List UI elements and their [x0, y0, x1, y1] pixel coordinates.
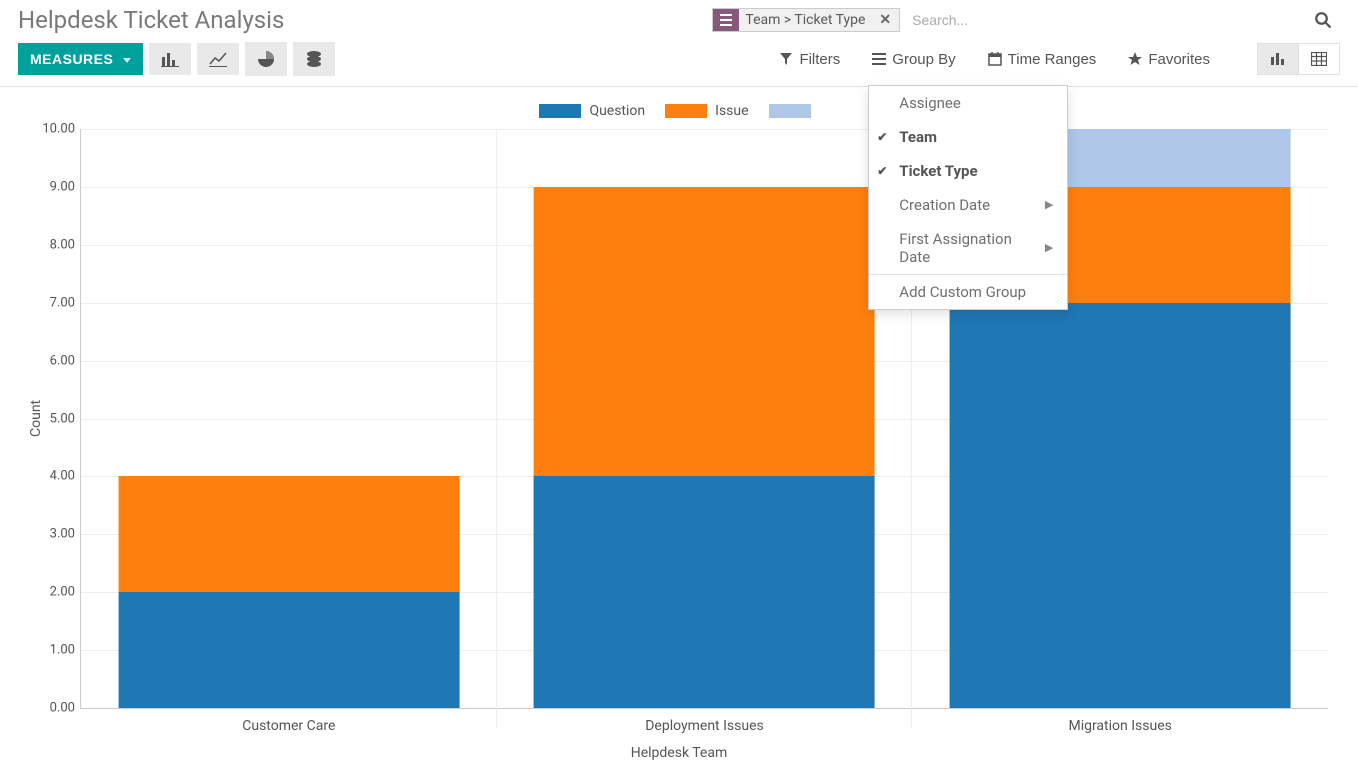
chart-plot: 0.001.002.003.004.005.006.007.008.009.00…: [80, 129, 1328, 709]
line-chart-button[interactable]: [197, 43, 239, 75]
chart-band: Customer Care: [81, 129, 497, 708]
pie-chart-button[interactable]: [245, 42, 287, 76]
legend-swatch: [539, 104, 581, 118]
timeranges-button[interactable]: Time Ranges: [984, 45, 1107, 74]
groupby-label: Group By: [892, 51, 955, 68]
facet-remove-button[interactable]: ✕: [871, 9, 899, 31]
timeranges-label: Time Ranges: [1008, 51, 1097, 68]
search-input[interactable]: [904, 8, 1302, 32]
groupby-button[interactable]: Group By: [868, 45, 965, 74]
stack-button[interactable]: [293, 42, 335, 76]
pivot-view-button[interactable]: [1298, 43, 1340, 75]
star-icon: [1128, 52, 1142, 66]
y-tick-label: 10.00: [27, 122, 75, 137]
legend-item[interactable]: Issue: [665, 103, 748, 119]
y-tick-label: 2.00: [27, 585, 75, 600]
calendar-icon: [988, 52, 1002, 66]
view-switcher: [1258, 43, 1340, 75]
header-row: Helpdesk Ticket Analysis Team > Ticket T…: [0, 0, 1358, 34]
dropdown-item-label: Assignee: [899, 94, 961, 112]
groupby-wrapper: Group By Assignee✔Team✔Ticket TypeCreati…: [868, 45, 965, 74]
dropdown-item[interactable]: ✔ Team: [869, 120, 1067, 154]
legend-swatch: [665, 104, 707, 118]
bar-segment[interactable]: [534, 187, 875, 476]
dropdown-item-label: First Assignation Date: [899, 230, 1045, 266]
dropdown-item[interactable]: ✔ Ticket Type: [869, 154, 1067, 188]
measures-button[interactable]: MEASURES: [18, 43, 143, 75]
y-tick-label: 3.00: [27, 527, 75, 542]
chart-band: Deployment Issues: [497, 129, 913, 708]
bar-segment[interactable]: [118, 592, 459, 708]
groupby-facet-icon: [713, 9, 739, 31]
chart-area: QuestionIssue Count 0.001.002.003.004.00…: [0, 87, 1358, 781]
dropdown-add-custom-group[interactable]: Add Custom Group: [869, 275, 1067, 309]
x-tick-label: Deployment Issues: [645, 708, 764, 734]
legend-item[interactable]: Question: [539, 103, 645, 119]
legend-item[interactable]: [769, 103, 819, 119]
toolbar: MEASURES Filters Group By Assignee✔Team✔…: [0, 34, 1358, 87]
graph-view-button[interactable]: [1257, 43, 1299, 75]
bar-segment[interactable]: [118, 476, 459, 592]
list-icon: [872, 52, 886, 66]
dropdown-item-label: Team: [899, 128, 937, 146]
page-title: Helpdesk Ticket Analysis: [18, 6, 284, 34]
bar-stack: [534, 187, 875, 708]
y-tick-label: 9.00: [27, 179, 75, 194]
dropdown-item[interactable]: Creation Date ▶: [869, 188, 1067, 222]
search-facet: Team > Ticket Type ✕: [712, 8, 900, 32]
bar-segment[interactable]: [534, 476, 875, 708]
filters-button[interactable]: Filters: [775, 45, 850, 74]
chevron-right-icon: ▶: [1045, 241, 1053, 254]
bar-stack: [118, 476, 459, 708]
x-axis-label: Helpdesk Team: [20, 745, 1338, 761]
legend-swatch: [769, 104, 811, 118]
legend-label: Issue: [715, 103, 748, 119]
dropdown-item[interactable]: Assignee: [869, 86, 1067, 120]
filter-icon: [779, 52, 793, 66]
check-icon: ✔: [877, 130, 887, 144]
bar-chart-button[interactable]: [149, 43, 191, 75]
favorites-label: Favorites: [1148, 51, 1210, 68]
dropdown-item-label: Ticket Type: [899, 162, 977, 180]
x-tick-label: Migration Issues: [1068, 708, 1171, 734]
search-icon[interactable]: [1306, 7, 1340, 33]
y-tick-label: 5.00: [27, 411, 75, 426]
y-tick-label: 7.00: [27, 295, 75, 310]
legend-label: Question: [589, 103, 645, 119]
bar-segment[interactable]: [950, 303, 1291, 708]
chart-legend: Question Issue: [20, 97, 1338, 123]
groupby-dropdown: Assignee✔Team✔Ticket TypeCreation Date▶F…: [868, 85, 1068, 310]
measures-label: MEASURES: [30, 51, 113, 67]
search-area: Team > Ticket Type ✕: [712, 7, 1340, 33]
y-tick-label: 0.00: [27, 701, 75, 716]
toolbar-right: Filters Group By Assignee✔Team✔Ticket Ty…: [775, 43, 1340, 75]
x-tick-label: Customer Care: [242, 708, 335, 734]
y-tick-label: 6.00: [27, 353, 75, 368]
dropdown-item[interactable]: First Assignation Date▶: [869, 222, 1067, 274]
dropdown-footer-label: Add Custom Group: [899, 283, 1026, 301]
dropdown-item-label: Creation Date: [899, 196, 990, 214]
y-tick-label: 8.00: [27, 237, 75, 252]
check-icon: ✔: [877, 164, 887, 178]
chevron-right-icon: ▶: [1045, 198, 1053, 211]
y-tick-label: 1.00: [27, 643, 75, 658]
favorites-button[interactable]: Favorites: [1124, 45, 1220, 74]
facet-text: Team > Ticket Type: [739, 9, 871, 31]
y-tick-label: 4.00: [27, 469, 75, 484]
filters-label: Filters: [799, 51, 840, 68]
caret-down-icon: [119, 51, 131, 67]
